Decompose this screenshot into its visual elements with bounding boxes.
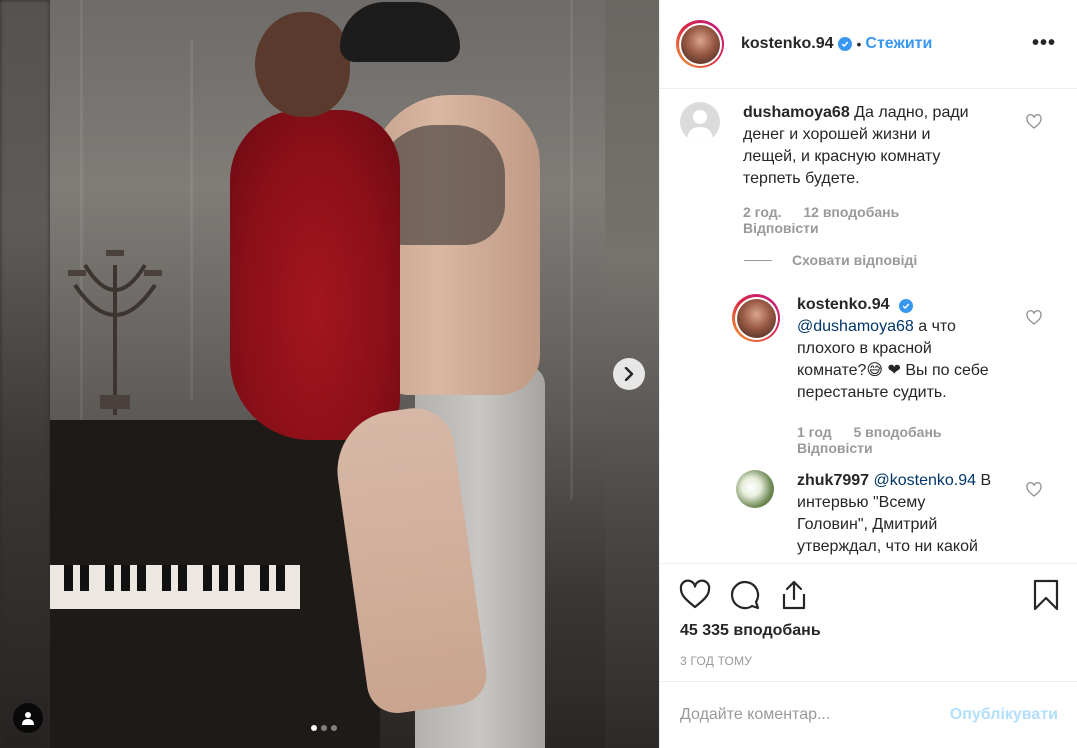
heart-icon[interactable] [679, 579, 711, 611]
comment-like-count[interactable]: 5 вподобань [853, 424, 941, 440]
post-header: kostenko.94 • Стежити ••• [660, 0, 1077, 89]
reply-button[interactable]: Відповісти [743, 220, 1003, 236]
reply-author-avatar[interactable] [732, 294, 780, 342]
comments-list[interactable]: dushamoya68 Да ладно, ради денег и хорош… [660, 90, 1077, 563]
comment-body: комнате?😅 ❤ Вы по себе [797, 362, 989, 379]
comment-meta: 1 год 5 вподобань [797, 424, 1017, 440]
comment-mention[interactable]: @dushamoya68 [797, 318, 914, 335]
reply-author-avatar[interactable] [736, 470, 774, 508]
comment-username[interactable]: dushamoya68 [743, 104, 850, 121]
comment-item: dushamoya68 Да ладно, ради денег и хорош… [680, 102, 1003, 236]
comment-like-heart-icon[interactable] [1026, 114, 1042, 130]
red-dress [230, 110, 400, 440]
comment-like-count[interactable]: 12 вподобань [803, 204, 899, 220]
candelabra [68, 250, 162, 415]
reply-item: kostenko.94 @dushamoya68 а что плохого в… [732, 294, 1017, 456]
carousel-indicator [311, 725, 337, 731]
carousel-dot-active [311, 725, 317, 731]
user-icon [22, 712, 34, 725]
comment-body: Да ладно, ради [854, 104, 969, 121]
post-timestamp[interactable]: 3 ГОД ТОМУ [680, 654, 752, 668]
more-options-button[interactable]: ••• [1032, 32, 1056, 55]
piano-keys [50, 565, 300, 609]
comment-body: перестаньте судить. [797, 384, 947, 401]
reply-button[interactable]: Відповісти [797, 440, 1017, 456]
chevron-right-icon [624, 367, 634, 381]
comment-username[interactable]: zhuk7997 [797, 472, 869, 489]
bookmark-icon[interactable] [1030, 579, 1062, 611]
reply-item: zhuk7997 @kostenko.94 В интервью "Всему … [736, 470, 1012, 558]
comment-body: лещей, и красную комнату [743, 148, 941, 165]
comment-username[interactable]: kostenko.94 [797, 296, 889, 313]
comment-body: денег и хорошей жизни и [743, 126, 931, 143]
comment-text: kostenko.94 @dushamoya68 а что плохого в… [797, 294, 1017, 404]
comment-icon[interactable] [729, 579, 761, 611]
man-cap [340, 2, 460, 62]
post-actions: 45 335 вподобань 3 ГОД ТОМУ [660, 563, 1077, 681]
next-photo-button[interactable] [613, 358, 645, 390]
woman-head [255, 12, 350, 117]
tagged-users-button[interactable] [13, 703, 43, 733]
verified-badge-icon [838, 37, 853, 51]
comment-body: плохого в красной [797, 340, 932, 357]
comment-like-heart-icon[interactable] [1026, 310, 1042, 326]
verified-badge-icon [898, 299, 913, 313]
comment-body: терпеть будете. [743, 170, 860, 187]
hide-replies-button[interactable]: Сховати відповіді [744, 252, 917, 268]
publish-button[interactable]: Опублікувати [950, 706, 1058, 724]
hide-replies-label: Сховати відповіді [792, 252, 918, 268]
likes-count[interactable]: 45 335 вподобань [680, 622, 821, 640]
add-comment-bar: Опублікувати [660, 681, 1077, 748]
media-blur-left [0, 0, 50, 748]
header-separator: • [856, 36, 862, 52]
post-sidebar: kostenko.94 • Стежити ••• dushamoya68 Да… [659, 0, 1077, 748]
commenter-avatar[interactable] [680, 102, 720, 142]
comment-body: В [980, 472, 992, 489]
comment-age[interactable]: 2 год. [743, 204, 781, 220]
comment-input[interactable] [680, 706, 950, 724]
share-icon[interactable] [778, 579, 810, 611]
default-user-icon [687, 110, 713, 142]
comment-body: утверждал, что ни какой [797, 538, 978, 555]
comment-body: интервью "Всему [797, 494, 926, 511]
hide-replies-line [744, 259, 772, 261]
comment-mention[interactable]: @kostenko.94 [874, 472, 977, 489]
carousel-dot [321, 725, 327, 731]
post-photo [50, 0, 605, 748]
comment-body: Головин", Дмитрий [797, 516, 938, 533]
comment-meta: 2 год. 12 вподобань [743, 204, 1003, 220]
comment-body: а что [918, 318, 956, 335]
author-username[interactable]: kostenko.94 [741, 35, 833, 53]
post-media[interactable] [0, 0, 659, 748]
comment-like-heart-icon[interactable] [1026, 482, 1042, 498]
comment-text: dushamoya68 Да ладно, ради денег и хорош… [743, 102, 1003, 190]
carousel-dot [331, 725, 337, 731]
follow-button[interactable]: Стежити [865, 35, 932, 53]
comment-text: zhuk7997 @kostenko.94 В интервью "Всему … [797, 470, 1012, 558]
comment-age[interactable]: 1 год [797, 424, 832, 440]
author-avatar[interactable] [676, 20, 724, 68]
